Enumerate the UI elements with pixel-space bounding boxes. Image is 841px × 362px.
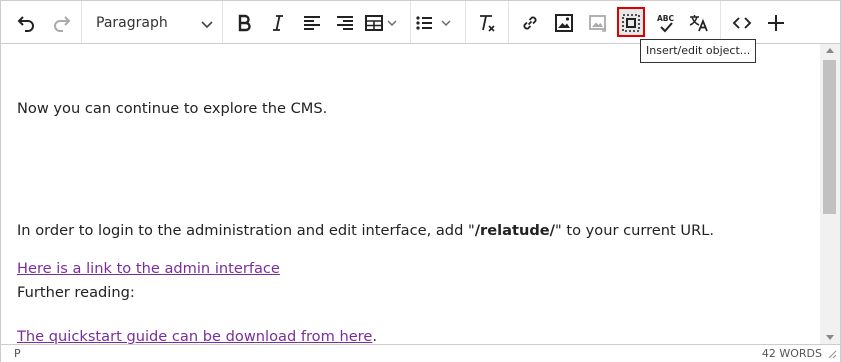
bullet-list-icon[interactable]	[414, 8, 462, 38]
redo-icon[interactable]	[47, 8, 77, 38]
toolbar-separator	[720, 1, 721, 43]
paragraph: The quickstart guide can be download fro…	[17, 328, 377, 344]
paragraph: Here is a link to the admin interface	[17, 260, 280, 277]
spellcheck-icon[interactable]: ABC	[651, 8, 681, 38]
italic-icon[interactable]	[263, 8, 293, 38]
svg-text:ABC: ABC	[657, 14, 675, 23]
block-format-select[interactable]: Paragraph	[84, 8, 220, 38]
block-format-value: Paragraph	[96, 15, 168, 31]
vertical-scrollbar[interactable]	[820, 44, 840, 344]
toolbar-separator	[508, 1, 509, 43]
link-icon[interactable]	[515, 8, 545, 38]
insert-edit-object-icon[interactable]	[616, 8, 646, 38]
text: .	[372, 328, 377, 344]
bold-icon[interactable]	[229, 8, 259, 38]
table-icon[interactable]	[364, 8, 408, 38]
text: " to your current URL.	[555, 222, 714, 239]
scrollbar-thumb[interactable]	[823, 60, 836, 214]
editor-content[interactable]: Now you can continue to explore the CMS.…	[1, 44, 820, 344]
element-path[interactable]: P	[14, 347, 21, 360]
scroll-down-arrow-icon[interactable]	[826, 335, 834, 340]
editor-toolbar: Paragraph ABC	[1, 1, 840, 44]
paragraph: Now you can continue to explore the CMS.	[17, 100, 328, 117]
status-bar: P 42 WORDS	[1, 344, 840, 362]
rich-text-editor: Paragraph ABC Insert/edit object... Now …	[0, 0, 841, 362]
paragraph: In order to login to the administration …	[17, 222, 714, 239]
quickstart-guide-link[interactable]: The quickstart guide can be download fro…	[17, 328, 372, 344]
paragraph: Further reading:	[17, 284, 135, 301]
image-icon[interactable]	[549, 8, 579, 38]
align-right-icon[interactable]	[330, 8, 360, 38]
clear-formatting-icon[interactable]	[472, 8, 502, 38]
scroll-up-arrow-icon[interactable]	[826, 48, 834, 53]
align-left-icon[interactable]	[297, 8, 327, 38]
resize-handle-icon[interactable]	[827, 349, 837, 362]
text: In order to login to the administration …	[17, 222, 475, 239]
media-icon[interactable]	[583, 8, 613, 38]
toolbar-separator	[222, 1, 223, 43]
toolbar-separator	[410, 1, 411, 43]
toolbar-separator	[465, 1, 466, 43]
chevron-down-icon	[200, 16, 214, 35]
source-code-icon[interactable]	[727, 8, 757, 38]
word-count[interactable]: 42 WORDS	[762, 347, 822, 360]
admin-interface-link[interactable]: Here is a link to the admin interface	[17, 260, 280, 277]
insert-plus-icon[interactable]	[761, 8, 791, 38]
translate-icon[interactable]	[684, 8, 714, 38]
undo-icon[interactable]	[11, 8, 41, 38]
toolbar-separator	[81, 1, 82, 43]
bold-text: /relatude/	[474, 222, 556, 239]
